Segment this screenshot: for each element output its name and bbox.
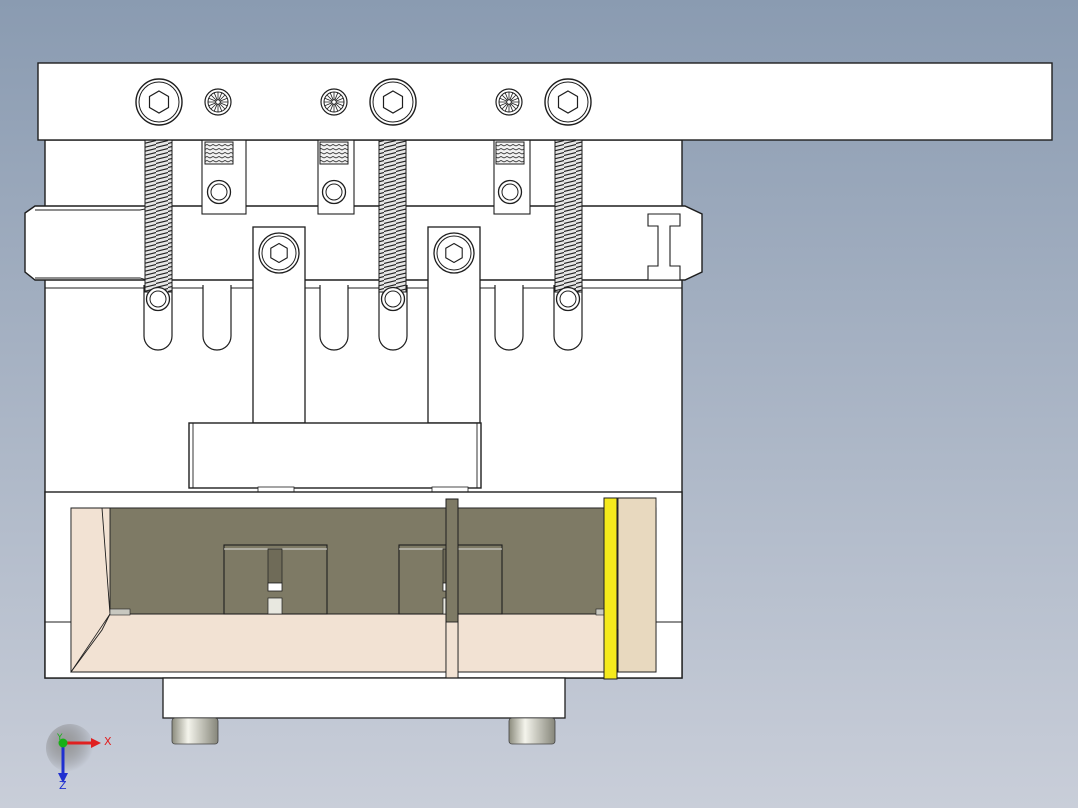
ejector-pin	[445, 498, 459, 679]
axis-z-label: Z	[59, 779, 67, 792]
base-block[interactable]	[162, 677, 566, 719]
top-clamp-plate[interactable]	[37, 62, 1053, 141]
axis-x-label: X	[104, 735, 112, 748]
punch-plate[interactable]	[188, 422, 482, 493]
die-cavity	[70, 497, 657, 673]
drawing-canvas: X Y Z	[0, 0, 1078, 808]
stripper-plate[interactable]	[24, 205, 703, 289]
axis-y-label: Y	[56, 733, 63, 743]
cad-viewport[interactable]: X Y Z	[0, 0, 1078, 808]
highlighted-part[interactable]	[603, 497, 618, 680]
